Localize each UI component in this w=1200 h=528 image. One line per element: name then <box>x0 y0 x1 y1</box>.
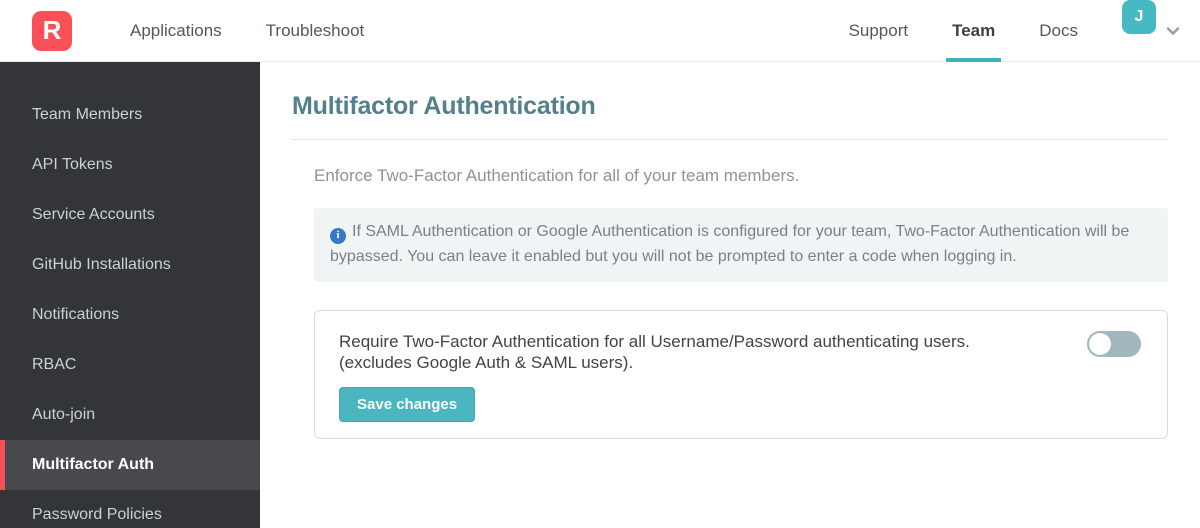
sidebar-item-notifications[interactable]: Notifications <box>0 290 260 340</box>
navbar-right-nav: Support Team Docs J <box>827 0 1200 62</box>
settings-sidebar: Team Members API Tokens Service Accounts… <box>0 62 260 528</box>
save-changes-button[interactable]: Save changes <box>339 387 476 423</box>
setting-label-line2: (excludes Google Auth & SAML users). <box>339 352 634 372</box>
setting-label: Require Two-Factor Authentication for al… <box>339 331 1143 374</box>
title-divider <box>292 139 1168 140</box>
nav-item-applications[interactable]: Applications <box>108 0 244 62</box>
mfa-setting-card: Require Two-Factor Authentication for al… <box>314 309 1168 440</box>
sidebar-item-api-tokens[interactable]: API Tokens <box>0 140 260 190</box>
brand-logo[interactable]: R <box>32 10 72 51</box>
sidebar-item-github-installations[interactable]: GitHub Installations <box>0 240 260 290</box>
page-title: Multifactor Authentication <box>292 92 596 120</box>
brand-logo-letter: R <box>42 15 62 45</box>
intro-text: Enforce Two-Factor Authentication for al… <box>314 166 800 185</box>
nav-item-team[interactable]: Team <box>930 0 1017 62</box>
mfa-section: Enforce Two-Factor Authentication for al… <box>314 166 1168 440</box>
sidebar-item-service-accounts[interactable]: Service Accounts <box>0 190 260 240</box>
saml-info-note: i If SAML Authentication or Google Authen… <box>314 208 1168 282</box>
user-avatar[interactable]: J <box>1122 0 1156 34</box>
sidebar-item-multifactor-auth[interactable]: Multifactor Auth <box>0 440 260 490</box>
chevron-down-icon[interactable] <box>1164 0 1182 62</box>
sidebar-item-rbac[interactable]: RBAC <box>0 340 260 390</box>
top-navbar: R Applications Troubleshoot Support Team… <box>0 0 1200 62</box>
sidebar-item-team-members[interactable]: Team Members <box>0 90 260 140</box>
sidebar-item-auto-join[interactable]: Auto-join <box>0 390 260 440</box>
main-content: Multifactor Authentication Enforce Two-F… <box>260 62 1200 528</box>
navbar-left-nav: Applications Troubleshoot <box>108 0 386 62</box>
sidebar-item-password-policies[interactable]: Password Policies <box>0 490 260 528</box>
info-note-text: If SAML Authentication or Google Authent… <box>330 223 1130 265</box>
nav-item-docs[interactable]: Docs <box>1017 0 1100 62</box>
setting-label-line1: Require Two-Factor Authentication for al… <box>339 331 970 351</box>
nav-item-troubleshoot[interactable]: Troubleshoot <box>244 0 387 62</box>
avatar-initial: J <box>1134 7 1144 25</box>
require-2fa-toggle[interactable] <box>1087 330 1141 357</box>
nav-item-support[interactable]: Support <box>827 0 931 62</box>
info-icon: i <box>330 227 346 244</box>
toggle-knob <box>1089 332 1111 355</box>
